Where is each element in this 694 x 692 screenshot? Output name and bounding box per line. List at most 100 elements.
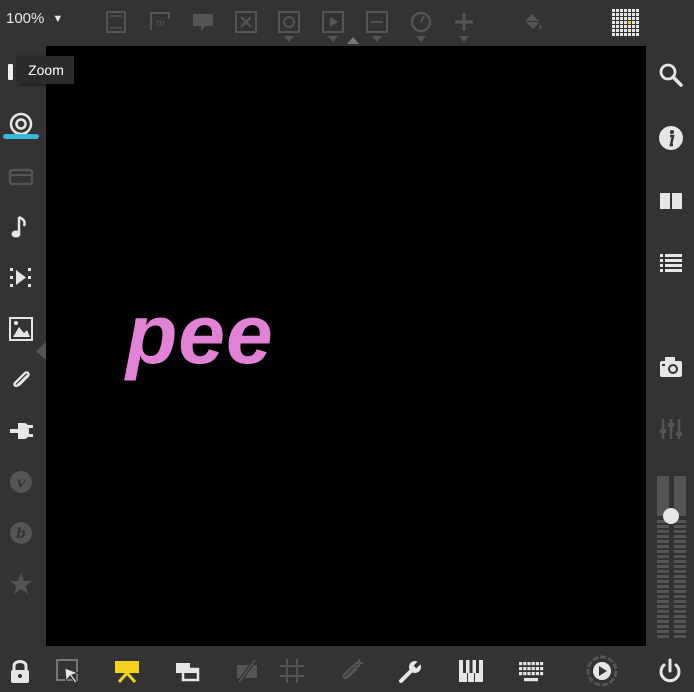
- svg-text:b: b: [16, 526, 26, 542]
- volume-meter-segment: [674, 585, 686, 588]
- volume-meter-segment: [674, 625, 686, 628]
- volume-meter-segment: [657, 605, 669, 608]
- play-box-icon[interactable]: [320, 9, 346, 35]
- volume-meter-segment: [657, 600, 669, 603]
- volume-meter-segment: [657, 530, 669, 533]
- volume-meter-segment: [657, 630, 669, 633]
- svg-text:v: v: [17, 475, 26, 491]
- list-icon[interactable]: [654, 247, 688, 281]
- volume-meter-segment: [674, 570, 686, 573]
- bandcamp-icon[interactable]: b: [4, 516, 38, 550]
- volume-meter-segment: [657, 590, 669, 593]
- volume-meter-segment: [657, 585, 669, 588]
- hide-icon[interactable]: [232, 656, 262, 686]
- volume-meter-segment: [657, 595, 669, 598]
- volume-meter-segment: [657, 540, 669, 543]
- volume-meter-segment: [674, 560, 686, 563]
- volume-meter-segment: [657, 575, 669, 578]
- volume-meter-segment: [657, 560, 669, 563]
- keyboard-icon[interactable]: [516, 656, 546, 686]
- play-dropdown-caret[interactable]: [328, 36, 338, 42]
- volume-meter-segment: [674, 580, 686, 583]
- volume-meter-segment: [674, 590, 686, 593]
- sidebar-pointer: [36, 342, 46, 360]
- piano-icon[interactable]: [456, 656, 486, 686]
- image-icon[interactable]: [4, 312, 38, 346]
- gauge-dropdown-caret[interactable]: [416, 36, 426, 42]
- grid-icon[interactable]: [277, 656, 307, 686]
- volume-meter-segment: [674, 525, 686, 528]
- windows-icon[interactable]: [172, 656, 202, 686]
- power-icon[interactable]: [655, 656, 685, 686]
- volume-meter-segment: [657, 615, 669, 618]
- comment-icon[interactable]: [190, 9, 216, 35]
- volume-meter-segment: [674, 530, 686, 533]
- skip-forward-icon[interactable]: [4, 261, 38, 295]
- search-icon[interactable]: [654, 58, 688, 92]
- minus-box-icon[interactable]: [364, 9, 390, 35]
- plus-icon[interactable]: [451, 9, 477, 35]
- record-dropdown-caret[interactable]: [284, 36, 294, 42]
- plug-icon[interactable]: [4, 414, 38, 448]
- volume-meter-segment: [657, 525, 669, 528]
- wrench-icon[interactable]: [396, 656, 426, 686]
- book-icon[interactable]: [654, 184, 688, 218]
- info-icon[interactable]: [654, 121, 688, 155]
- zoom-tool-icon[interactable]: [8, 64, 13, 80]
- stage-canvas[interactable]: pee: [46, 46, 646, 646]
- lock-icon[interactable]: [5, 656, 35, 686]
- add-clip-icon[interactable]: [336, 656, 366, 686]
- frame-icon[interactable]: [103, 9, 129, 35]
- volume-meter-segment: [657, 535, 669, 538]
- volume-slider-knob[interactable]: [663, 508, 679, 524]
- volume-meter-segment: [674, 605, 686, 608]
- volume-meter-segment: [674, 630, 686, 633]
- presentation-icon[interactable]: [112, 656, 142, 686]
- volume-meter-segment: [657, 580, 669, 583]
- text-box-icon[interactable]: m: [147, 9, 173, 35]
- zoom-select[interactable]: 100% ▼: [6, 10, 63, 27]
- volume-meter-segment: [657, 625, 669, 628]
- volume-meter-segment: [674, 620, 686, 623]
- volume-meter-segment: [657, 555, 669, 558]
- volume-meter-segment: [674, 610, 686, 613]
- volume-meter-right[interactable]: [674, 476, 686, 638]
- zoom-value: 100%: [6, 10, 45, 27]
- minus-dropdown-caret[interactable]: [372, 36, 382, 42]
- volume-meter-segment: [657, 570, 669, 573]
- volume-meter-segment: [674, 600, 686, 603]
- volume-meter-segment: [657, 610, 669, 613]
- chevron-down-icon: ▼: [52, 12, 64, 25]
- volume-meter-segment: [657, 550, 669, 553]
- select-cursor-icon[interactable]: [53, 656, 83, 686]
- sliders-icon[interactable]: [654, 412, 688, 446]
- active-indicator: [3, 134, 39, 139]
- camera-icon[interactable]: [654, 350, 688, 384]
- tray-icon[interactable]: [4, 159, 38, 193]
- gauge-icon[interactable]: [408, 9, 434, 35]
- volume-meter-segment: [674, 575, 686, 578]
- volume-meter-segment: [674, 565, 686, 568]
- plus-dropdown-caret[interactable]: [459, 36, 469, 42]
- volume-meter-segment: [674, 550, 686, 553]
- volume-meter-segment: [674, 540, 686, 543]
- paint-bucket-icon[interactable]: [520, 9, 546, 35]
- toolbar-pointer: [347, 37, 359, 44]
- play-circle-icon[interactable]: [586, 655, 618, 687]
- vimeo-icon[interactable]: v: [4, 465, 38, 499]
- volume-meter-segment: [674, 545, 686, 548]
- volume-meter-segment: [674, 615, 686, 618]
- volume-meter-segment: [657, 545, 669, 548]
- star-icon[interactable]: [4, 567, 38, 601]
- record-box-icon[interactable]: [276, 9, 302, 35]
- volume-meter-segment: [674, 555, 686, 558]
- pixel-grid-icon[interactable]: [610, 7, 642, 39]
- volume-meter-segment: [674, 595, 686, 598]
- stage-text: pee: [126, 287, 274, 381]
- close-box-icon[interactable]: [233, 9, 259, 35]
- paperclip-icon[interactable]: [4, 363, 38, 397]
- zoom-tooltip: Zoom: [18, 56, 74, 84]
- music-note-icon[interactable]: [4, 210, 38, 244]
- tooltip-label: Zoom: [28, 62, 64, 78]
- volume-meter-left[interactable]: [657, 476, 669, 638]
